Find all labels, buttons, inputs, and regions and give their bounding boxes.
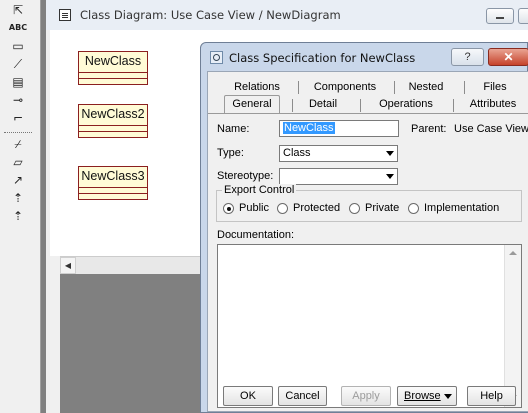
dialog-magnifier-icon: [210, 51, 223, 64]
help-title-button[interactable]: ?: [451, 48, 484, 66]
class-name: NewClass: [84, 54, 142, 68]
public-radio-label[interactable]: Public: [239, 202, 269, 214]
tab-nested[interactable]: Nested: [404, 80, 448, 95]
tab-files[interactable]: Files: [474, 80, 516, 95]
selection-arrow-icon[interactable]: ⇱: [7, 2, 29, 18]
operations-compartment: [79, 193, 147, 194]
diagram-window-title: Class Diagram: Use Case View / NewDiagra…: [80, 8, 341, 22]
attributes-compartment: [79, 72, 147, 73]
note-icon[interactable]: ▭: [7, 38, 29, 54]
type-select[interactable]: Class: [279, 145, 398, 162]
diagram-title-bar[interactable]: Class Diagram: Use Case View / NewDiagra…: [46, 0, 528, 31]
implementation-radio[interactable]: [408, 203, 419, 214]
operations-compartment: [79, 78, 147, 79]
minimize-button[interactable]: [486, 8, 514, 24]
tab-relations[interactable]: Relations: [229, 80, 285, 95]
protected-radio-label[interactable]: Protected: [293, 202, 340, 214]
text-tool-icon[interactable]: ABC: [7, 20, 29, 36]
tab-panel-border: [208, 113, 528, 114]
chevron-down-icon[interactable]: [382, 169, 397, 184]
documentation-textarea[interactable]: [217, 244, 522, 408]
anchor-note-icon[interactable]: ⟋: [7, 56, 29, 72]
attributes-compartment: [79, 125, 147, 126]
realize-icon[interactable]: ⇡: [7, 208, 29, 224]
scroll-up-arrow-icon[interactable]: [509, 251, 517, 255]
class-specification-dialog: Class Specification for NewClass ? ✕ Rel…: [200, 42, 528, 413]
uml-class-newclass3[interactable]: NewClass3: [78, 166, 148, 200]
uml-class-newclass[interactable]: NewClass: [78, 51, 148, 85]
public-radio[interactable]: [223, 203, 234, 214]
help-button[interactable]: Help: [467, 386, 516, 406]
type-label: Type:: [217, 147, 244, 159]
tab-divider: [298, 81, 299, 94]
chevron-down-icon[interactable]: [382, 146, 397, 161]
stereotype-label: Stereotype:: [217, 170, 274, 182]
scroll-left-arrow-icon[interactable]: ◀: [60, 257, 76, 274]
documentation-scrollbar[interactable]: [504, 245, 521, 407]
type-select-value: Class: [283, 147, 311, 159]
dialog-body: Relations Components Nested Files Genera…: [207, 71, 528, 412]
name-field[interactable]: NewClass: [279, 120, 399, 137]
tab-divider: [464, 81, 465, 94]
browse-button[interactable]: Browse: [397, 386, 457, 406]
toolbox-separator: [4, 132, 32, 133]
dependency-icon[interactable]: ↗: [7, 172, 29, 188]
implementation-radio-label[interactable]: Implementation: [424, 202, 499, 214]
tab-divider: [292, 99, 293, 112]
tab-divider: [453, 99, 454, 112]
class-icon[interactable]: ▤: [7, 74, 29, 90]
class-name: NewClass2: [81, 107, 145, 121]
apply-button[interactable]: Apply: [341, 386, 391, 406]
protected-radio[interactable]: [277, 203, 288, 214]
tab-attributes[interactable]: Attributes: [464, 97, 522, 112]
tab-components[interactable]: Components: [312, 80, 378, 95]
name-field-value: NewClass: [283, 122, 335, 134]
operations-compartment: [79, 131, 147, 132]
tab-detail[interactable]: Detail: [304, 97, 342, 112]
cancel-button[interactable]: Cancel: [278, 386, 327, 406]
attributes-compartment: [79, 187, 147, 188]
private-radio[interactable]: [349, 203, 360, 214]
uml-class-newclass2[interactable]: NewClass2: [78, 104, 148, 138]
interface-icon[interactable]: ⊸: [7, 92, 29, 108]
chevron-down-icon: [444, 394, 452, 399]
class-name: NewClass3: [81, 169, 145, 183]
stereotype-select[interactable]: [279, 168, 398, 185]
close-button[interactable]: ✕: [488, 48, 528, 66]
export-control-label: Export Control: [222, 184, 297, 196]
diagram-document-icon: [59, 9, 71, 21]
private-radio-label[interactable]: Private: [365, 202, 399, 214]
tab-divider: [394, 81, 395, 94]
dialog-title: Class Specification for NewClass: [229, 51, 416, 65]
ok-button[interactable]: OK: [223, 386, 273, 406]
browse-button-label: Browse: [404, 390, 441, 402]
parent-value: Use Case View: [454, 123, 528, 135]
tab-operations[interactable]: Operations: [372, 97, 440, 112]
maximize-button[interactable]: [518, 8, 528, 24]
generalization-icon[interactable]: ⇡: [7, 190, 29, 206]
tab-general[interactable]: General: [224, 95, 280, 114]
tab-divider: [360, 99, 361, 112]
parent-label: Parent:: [411, 123, 447, 135]
name-label: Name:: [217, 123, 250, 135]
association-icon[interactable]: ⌐: [7, 110, 29, 126]
package-icon[interactable]: ▱: [7, 154, 29, 170]
unidirectional-association-icon[interactable]: ⌿: [7, 136, 29, 152]
diagram-toolbox: ⇱ ABC ▭ ⟋ ▤ ⊸ ⌐ ⌿ ▱ ↗ ⇡ ⇡: [0, 0, 41, 413]
documentation-label: Documentation:: [217, 229, 295, 241]
